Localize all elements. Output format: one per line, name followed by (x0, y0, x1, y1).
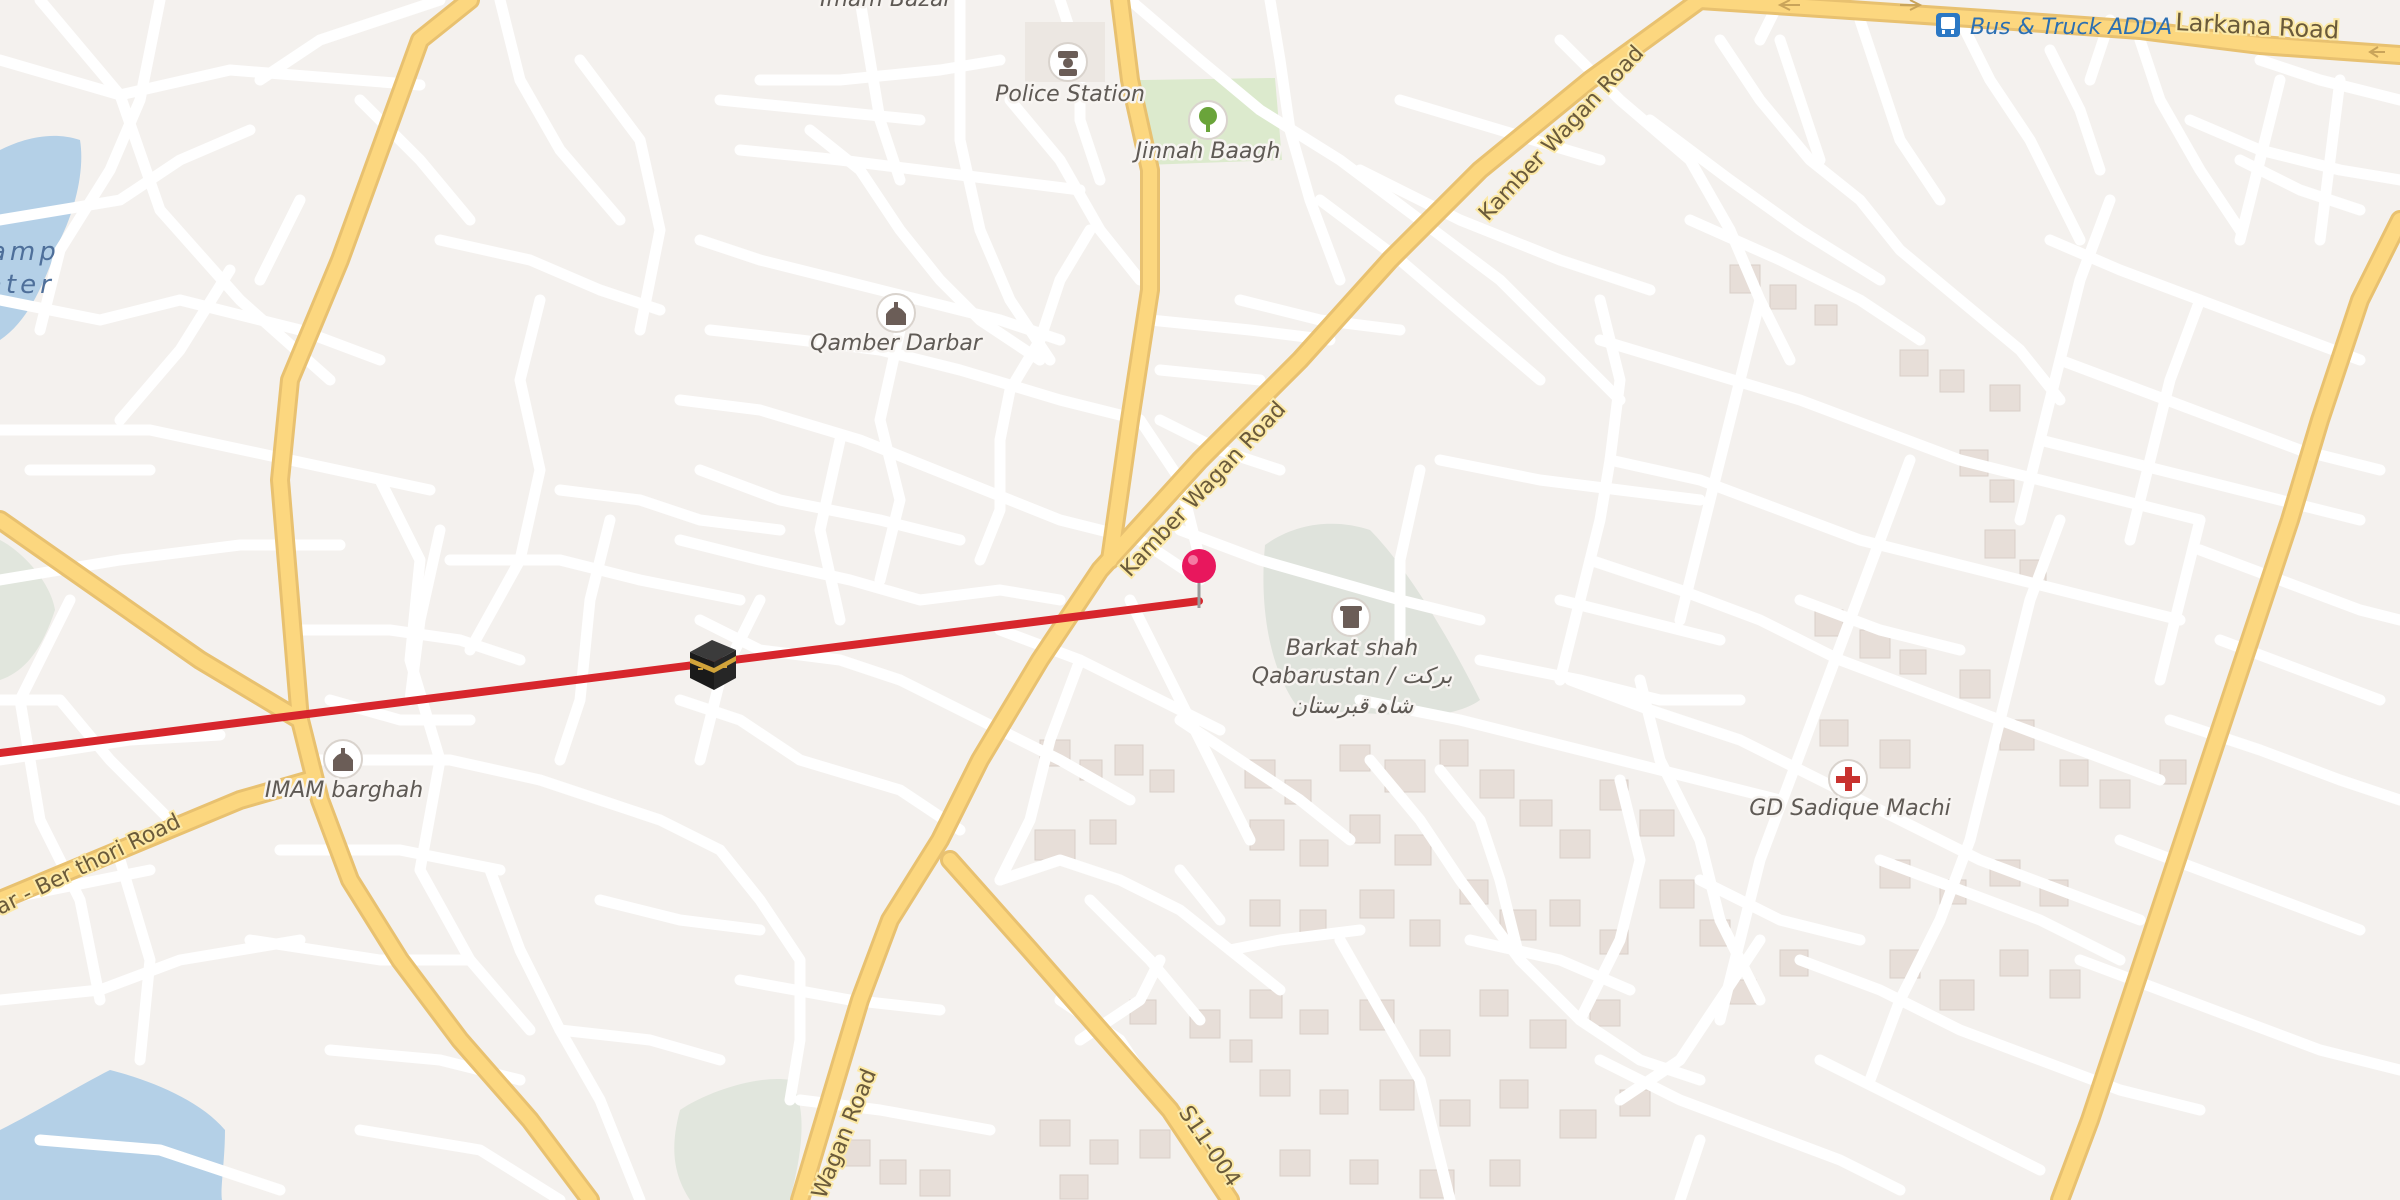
place-label-jinnah-baagh: Jinnah Baagh (1132, 139, 1281, 164)
place-label-police-station: Police Station (995, 82, 1145, 107)
place-label-barkat-shah-2: Qabarustan / برکت (1252, 664, 1453, 689)
map-canvas[interactable]: Kamber Wagan Road Kamber Wagan Road Waga… (0, 0, 2400, 1200)
pin-head (1182, 549, 1216, 583)
water-label-line1: amp (0, 237, 60, 267)
place-label-qamber-darbar: Qamber Darbar (810, 331, 984, 356)
place-label-barkat-shah-3: شاہ قبرستان (1291, 694, 1414, 719)
cemetery-icon (1340, 606, 1362, 628)
poi-bus-truck-adda[interactable]: Bus & Truck ADDA (1936, 13, 2172, 40)
place-label-imam-bazar: Imam Bazar (820, 0, 954, 12)
place-label-gd-sadique-machi: GD Sadique Machi (1749, 796, 1951, 821)
pin-highlight (1188, 555, 1198, 565)
place-label-barkat-shah-1: Barkat shah (1286, 636, 1418, 661)
place-label-bus-truck-adda: Bus & Truck ADDA (1970, 15, 2172, 40)
water-label-line2: ater (0, 270, 55, 300)
place-label-imam-barghah: IMAM barghah (265, 778, 423, 803)
